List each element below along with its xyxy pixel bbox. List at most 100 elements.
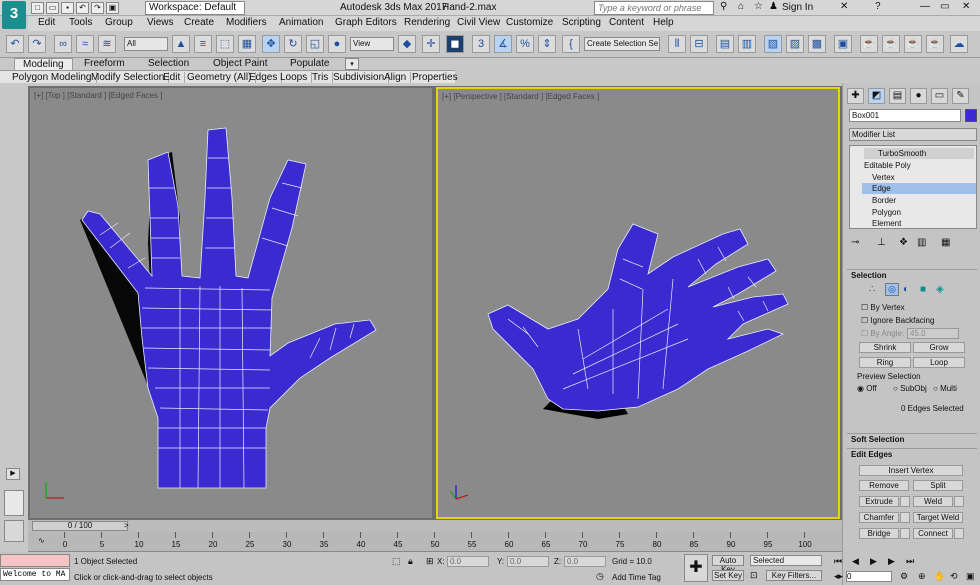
snaps-toggle-icon[interactable]: 3 [472, 35, 490, 53]
extrude-button[interactable]: Extrude [859, 496, 899, 507]
split-button[interactable]: Split [913, 480, 963, 491]
y-coord-field[interactable]: 0.0 [507, 556, 549, 567]
layout-single-view-icon[interactable] [4, 520, 24, 542]
extrude-settings-button[interactable] [900, 496, 910, 507]
preview-subobj-radio[interactable]: ○ SubObj [893, 383, 927, 394]
undo-icon[interactable]: ↶ [6, 35, 24, 53]
target-weld-button[interactable]: Target Weld [913, 512, 963, 523]
selection-rollout-header[interactable]: Selection [847, 269, 977, 281]
project-folder-icon[interactable]: ▣ [106, 2, 119, 14]
shrink-button[interactable]: Shrink [859, 342, 911, 353]
zoom-extents-icon[interactable]: ⊕ [918, 571, 926, 582]
key-mode-icon[interactable]: ⊡ [750, 570, 758, 581]
stack-item-vertex[interactable]: Vertex [872, 172, 895, 183]
time-slider-thumb[interactable]: 0 / 100 [32, 521, 128, 531]
maxscript-mini-listener[interactable] [0, 568, 70, 581]
search-input[interactable] [594, 1, 714, 15]
next-frame-arrow-icon[interactable]: > [124, 521, 129, 530]
render-activeshade-icon[interactable]: ☕ [926, 35, 944, 53]
soft-selection-rollout-header[interactable]: Soft Selection [847, 433, 977, 445]
menu-content[interactable]: Content [609, 17, 644, 28]
keyboard-shortcut-override-icon[interactable]: ◼ [446, 35, 464, 53]
go-to-end-icon[interactable]: ⏭ [906, 556, 914, 567]
current-frame-field[interactable] [846, 571, 892, 582]
key-filters-button[interactable]: Key Filters... [766, 570, 822, 581]
render-production-icon[interactable]: ☕ [882, 35, 900, 53]
place-icon[interactable]: ● [328, 35, 346, 53]
unlink-icon[interactable]: ≈ [76, 35, 94, 53]
vertex-mode-icon[interactable]: ∴ [869, 284, 875, 295]
object-name-field[interactable]: Box001 [849, 109, 961, 122]
mirror-icon[interactable]: ⫴ [668, 35, 686, 53]
play-icon[interactable]: ▶ [870, 556, 877, 567]
window-crossing-icon[interactable]: ▦ [238, 35, 256, 53]
material-editor-icon[interactable]: ▩ [808, 35, 826, 53]
panel-properties[interactable]: Properties [408, 72, 462, 83]
layer-explorer-icon[interactable]: ▤ [716, 35, 734, 53]
redo-icon[interactable]: ↷ [91, 2, 104, 14]
render-iterative-icon[interactable]: ☕ [904, 35, 922, 53]
z-coord-field[interactable]: 0.0 [564, 556, 606, 567]
isolate-selection-icon[interactable]: ⬚ [392, 556, 401, 567]
tab-object-paint[interactable]: Object Paint [213, 58, 267, 70]
link-icon[interactable]: ∞ [54, 35, 72, 53]
polygon-mode-icon[interactable]: ■ [920, 284, 926, 295]
tab-populate[interactable]: Populate [290, 58, 329, 70]
hand-mesh-perspective-view[interactable] [438, 89, 838, 517]
menu-create[interactable]: Create [184, 17, 214, 28]
time-tag-icon[interactable]: ◷ [596, 571, 604, 582]
toggle-ribbon-icon[interactable]: ▥ [738, 35, 756, 53]
connect-settings-button[interactable] [954, 528, 964, 539]
make-unique-icon[interactable]: ❖ [899, 237, 908, 248]
remove-modifier-icon[interactable]: ▥ [917, 237, 926, 248]
weld-button[interactable]: Weld [913, 496, 953, 507]
stack-item-turbosmooth[interactable]: TurboSmooth [864, 148, 974, 159]
reference-coordinate-dropdown[interactable]: View [350, 37, 394, 51]
edit-edges-rollout-header[interactable]: Edit Edges [847, 448, 977, 460]
menu-modifiers[interactable]: Modifiers [226, 17, 267, 28]
layout-two-views-icon[interactable] [4, 490, 24, 516]
mini-curve-editor-icon[interactable]: ∿ [38, 536, 45, 545]
panel-align[interactable]: Align [380, 72, 412, 83]
panel-loops[interactable]: Loops [276, 72, 313, 83]
help-icon[interactable]: ? [875, 1, 881, 12]
orbit-icon[interactable]: ⟲ [950, 571, 958, 582]
rendered-frame-window-icon[interactable]: ☕ [860, 35, 878, 53]
chamfer-button[interactable]: Chamfer [859, 512, 899, 523]
named-selection-dropdown[interactable]: Create Selection Se [584, 37, 660, 51]
key-set-dropdown[interactable]: Selected [750, 555, 822, 566]
stack-item-element[interactable]: Element [872, 218, 901, 229]
utilities-tab-icon[interactable]: ✎ [952, 88, 969, 104]
edge-mode-icon[interactable]: ◎ [885, 283, 899, 296]
by-vertex-checkbox[interactable]: ☐ By Vertex [861, 302, 905, 313]
move-icon[interactable]: ✥ [262, 35, 280, 53]
time-configuration-icon[interactable]: ⚙ [900, 571, 908, 582]
redo-icon[interactable]: ↷ [28, 35, 46, 53]
app-logo[interactable]: 3 [2, 1, 26, 29]
schematic-view-icon[interactable]: ▨ [786, 35, 804, 53]
edit-named-selection-icon[interactable]: { [562, 35, 580, 53]
weld-settings-button[interactable] [954, 496, 964, 507]
percent-snap-icon[interactable]: % [516, 35, 534, 53]
chamfer-settings-button[interactable] [900, 512, 910, 523]
modifier-list-dropdown[interactable]: Modifier List [849, 128, 977, 141]
viewport-perspective[interactable]: [+] [Perspective ] [Standard ] [Edged Fa… [436, 87, 840, 519]
workspace-selector[interactable]: Workspace: Default [145, 1, 245, 15]
auto-key-button[interactable]: Auto Key [712, 555, 744, 574]
binoculars-icon[interactable]: ⚲ [720, 1, 727, 12]
select-object-icon[interactable]: ▲ [172, 35, 190, 53]
stack-item-edge[interactable]: Edge [862, 183, 976, 194]
pin-stack-icon[interactable]: ⊸ [851, 237, 859, 248]
save-icon[interactable]: ▪ [61, 2, 74, 14]
preview-off-radio[interactable]: ◉ Off [857, 383, 877, 394]
bind-space-warp-icon[interactable]: ≋ [98, 35, 116, 53]
select-by-name-icon[interactable]: ≡ [194, 35, 212, 53]
remove-button[interactable]: Remove [859, 480, 909, 491]
menu-scripting[interactable]: Scripting [562, 17, 601, 28]
element-mode-icon[interactable]: ◈ [936, 284, 944, 295]
insert-vertex-button[interactable]: Insert Vertex [859, 465, 963, 476]
render-cloud-icon[interactable]: ☁ [950, 35, 968, 53]
menu-views[interactable]: Views [147, 17, 174, 28]
menu-edit[interactable]: Edit [38, 17, 55, 28]
favorites-icon[interactable]: ☆ [754, 1, 763, 12]
